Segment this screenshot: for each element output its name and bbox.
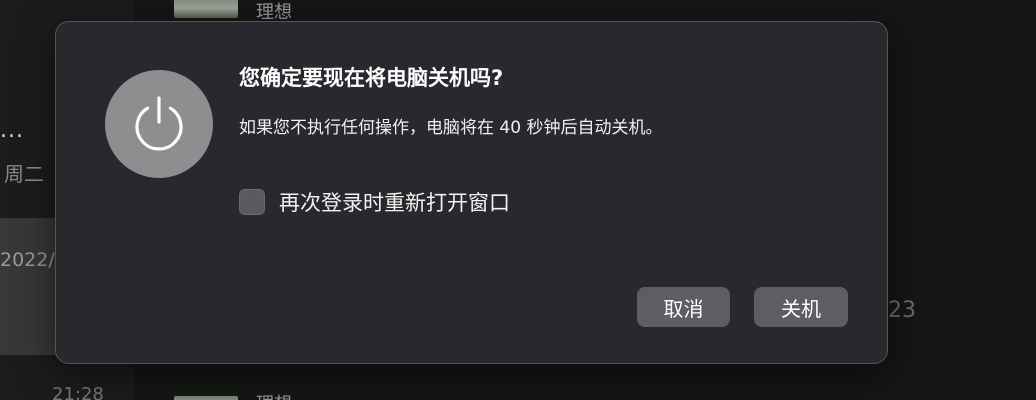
power-icon-glyph	[135, 96, 183, 151]
background-item-title-bottom: 理想	[256, 390, 292, 400]
reopen-windows-option[interactable]: 再次登录时重新打开窗口	[239, 187, 510, 217]
screen: ... 周二 2022/ 21:28 理想 理想 23 您确定要现在将电脑关机吗…	[0, 0, 1036, 400]
reopen-windows-checkbox[interactable]	[239, 189, 265, 215]
dialog-message: 如果您不执行任何操作，电脑将在 40 秒钟后自动关机。	[239, 118, 663, 138]
dialog-title: 您确定要现在将电脑关机吗?	[239, 66, 504, 90]
background-ellipsis: ...	[0, 118, 24, 143]
shutdown-button[interactable]: 关机	[754, 287, 848, 327]
background-time: 21:28	[52, 384, 104, 400]
background-thumbnail-top	[174, 0, 238, 18]
background-number: 23	[888, 298, 916, 323]
background-thumbnail-bottom	[174, 396, 238, 400]
power-icon	[105, 70, 213, 178]
shutdown-dialog: 您确定要现在将电脑关机吗? 如果您不执行任何操作，电脑将在 40 秒钟后自动关机…	[55, 21, 888, 364]
background-date: 2022/	[0, 249, 55, 271]
cancel-button[interactable]: 取消	[637, 287, 730, 327]
background-weekday: 周二	[4, 162, 44, 186]
reopen-windows-label: 再次登录时重新打开窗口	[279, 191, 510, 215]
